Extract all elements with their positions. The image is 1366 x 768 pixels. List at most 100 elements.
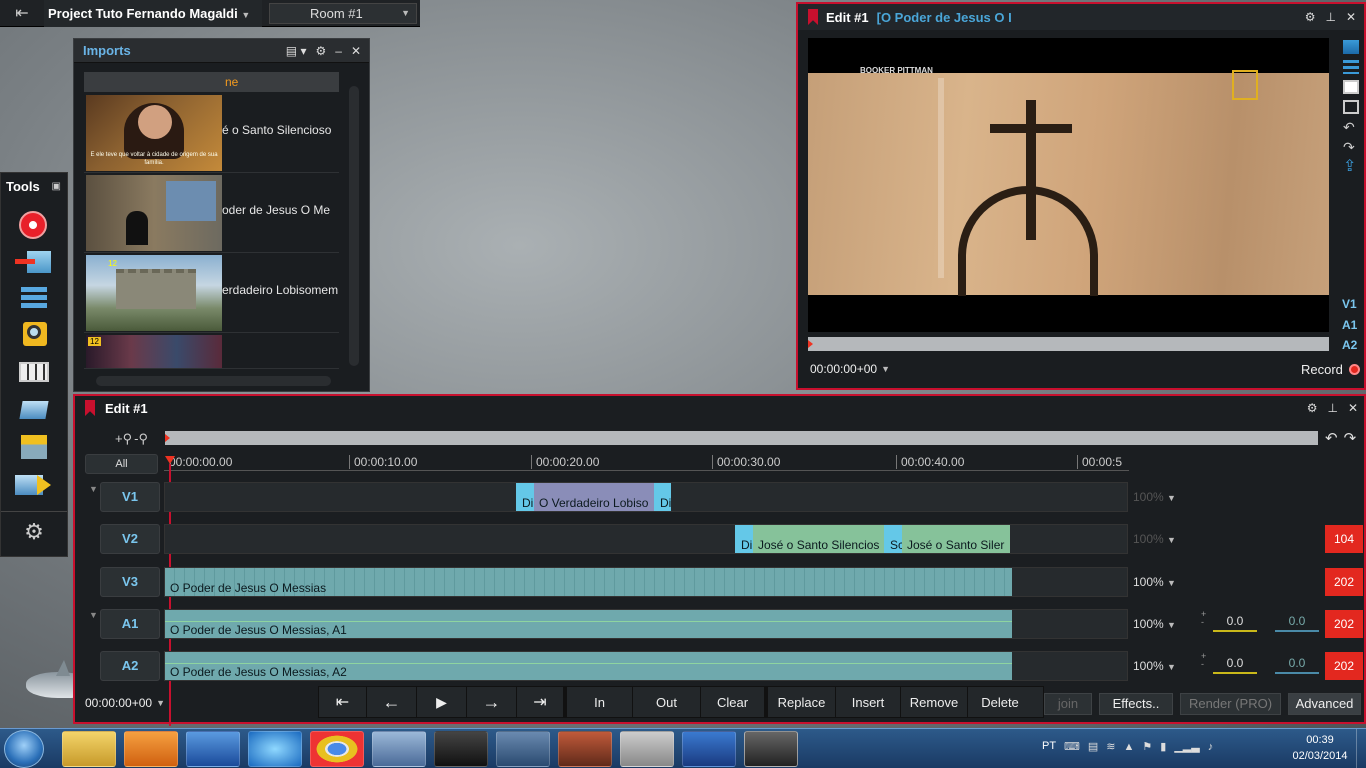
track-label-a1[interactable]: A1 <box>1342 315 1364 336</box>
track-a1[interactable]: O Poder de Jesus O Messias, A1 <box>164 609 1128 639</box>
import-item[interactable]: 12 <box>84 333 339 369</box>
track-v3[interactable]: O Poder de Jesus O Messias <box>164 567 1128 597</box>
timeline-icon[interactable] <box>15 285 53 313</box>
list-view-icon[interactable]: ▤ ▾ <box>286 44 307 58</box>
window-small-icon[interactable] <box>1343 100 1359 114</box>
track-header-a2[interactable]: A2 <box>100 651 160 681</box>
pan-field[interactable]: 0.0 <box>1275 614 1319 632</box>
render-button[interactable]: Render (PRO) <box>1180 693 1281 715</box>
show-desktop-button[interactable] <box>1356 729 1366 768</box>
send-icon[interactable] <box>15 471 53 499</box>
insert-button[interactable]: Insert <box>836 687 901 717</box>
track-v1[interactable]: Di O Verdadeiro Lobiso Di <box>164 482 1128 512</box>
video-preview[interactable]: BOOKER PITTMAN <box>808 38 1329 332</box>
track-label-a2[interactable]: A2 <box>1342 335 1364 356</box>
timeline-ruler[interactable]: 00:00:00.00 00:00:10.00 00:00:20.00 00:0… <box>164 453 1129 471</box>
track-opacity[interactable]: 100% ▼ <box>1133 571 1189 593</box>
gain-field[interactable]: 0.0 <box>1213 614 1257 632</box>
start-button[interactable] <box>4 730 44 768</box>
close-icon[interactable]: ✕ <box>1346 10 1356 24</box>
search-icon[interactable] <box>15 321 53 349</box>
viewer-timecode[interactable]: 00:00:00+00 ▼ <box>810 362 890 376</box>
signal-icon[interactable]: ▁▂▃ <box>1174 740 1199 753</box>
track-volume[interactable]: 100% ▼ <box>1133 613 1189 635</box>
transition-clip[interactable]: Di <box>735 525 753 553</box>
collapse-icon[interactable]: ▼ <box>89 610 98 620</box>
column-header[interactable]: ne <box>84 72 339 92</box>
pin-icon[interactable]: ⊥ <box>1325 10 1335 24</box>
mark-out-button[interactable]: Out <box>633 687 701 717</box>
clock[interactable]: 00:39 02/03/2014 <box>1290 732 1350 764</box>
undo-icon[interactable]: ↶ <box>1325 429 1338 447</box>
settings-icon[interactable]: ⚙ <box>1307 401 1318 415</box>
track-selector[interactable]: V1 A1 A2 <box>1342 294 1364 356</box>
layers-icon[interactable] <box>15 397 53 425</box>
calculator-icon[interactable] <box>620 731 674 767</box>
internet-explorer-icon[interactable] <box>248 731 302 767</box>
redo-icon[interactable]: ↷ <box>1344 429 1357 447</box>
record-toggle[interactable]: Record <box>1301 362 1360 377</box>
viewer-scrubber[interactable] <box>808 337 1329 351</box>
exit-icon[interactable]: ⇤ <box>4 3 40 24</box>
track-header-v2[interactable]: V2 <box>100 524 160 554</box>
video-clip[interactable]: O Verdadeiro Lobiso <box>534 483 654 511</box>
window-icon[interactable] <box>1343 80 1359 94</box>
settings-icon[interactable]: ⚙ <box>315 44 326 58</box>
room-selector[interactable]: Room #1 ▼ <box>269 3 417 24</box>
sigil-icon[interactable] <box>682 731 736 767</box>
app-icon[interactable] <box>434 731 488 767</box>
keyboard-icon[interactable]: ⌨ <box>1064 740 1080 753</box>
clear-button[interactable]: Clear <box>701 687 768 717</box>
track-a2[interactable]: O Poder de Jesus O Messias, A2 <box>164 651 1128 681</box>
media-player-icon[interactable] <box>124 731 178 767</box>
step-forward-icon[interactable]: → <box>467 687 517 717</box>
advanced-button[interactable]: Advanced <box>1288 693 1361 715</box>
effects-button[interactable]: Effects.. <box>1099 693 1173 715</box>
flag-icon[interactable]: ⚑ <box>1142 740 1152 753</box>
settings-icon[interactable]: ⚙ <box>15 519 53 547</box>
timeline-scrollbar[interactable] <box>165 431 1318 445</box>
chrome-icon[interactable] <box>310 731 364 767</box>
track-header-v1[interactable]: V1 <box>100 482 160 512</box>
app-icon[interactable] <box>496 731 550 767</box>
video-clip[interactable]: José o Santo Silencios <box>753 525 884 553</box>
export-icon[interactable] <box>15 433 53 461</box>
plus-minus-icon[interactable]: + - <box>1201 652 1206 669</box>
horizontal-scrollbar[interactable] <box>96 376 331 386</box>
audio-clip[interactable]: O Poder de Jesus O Messias, A2 <box>165 652 1012 680</box>
transition-clip[interactable]: Sc <box>884 525 902 553</box>
plus-minus-icon[interactable]: + - <box>1201 610 1206 627</box>
list-icon[interactable] <box>1343 60 1359 74</box>
redo-icon[interactable]: ↷ <box>1343 140 1359 154</box>
import-item[interactable]: 12 erdadeiro Lobisomem <box>84 253 339 333</box>
track-opacity[interactable]: 100% ▼ <box>1133 528 1189 550</box>
vertical-scrollbar[interactable] <box>349 86 359 366</box>
import-item[interactable]: E ele teve que voltar à cidade de origem… <box>84 93 339 173</box>
import-item[interactable]: oder de Jesus O Me <box>84 173 339 253</box>
step-back-icon[interactable]: ← <box>367 687 417 717</box>
video-clip[interactable]: O Poder de Jesus O Messias <box>165 568 1012 596</box>
app-icon[interactable] <box>558 731 612 767</box>
track-v2[interactable]: Di José o Santo Silencios Sc José o Sant… <box>164 524 1128 554</box>
capture-icon[interactable] <box>15 249 53 277</box>
show-hidden-icon[interactable]: ▲ <box>1124 741 1135 753</box>
volume-icon[interactable]: ♪ <box>1208 741 1214 753</box>
minimize-icon[interactable]: ‒ <box>335 44 342 58</box>
playhead-icon[interactable] <box>165 456 175 464</box>
settings-icon[interactable]: ⚙ <box>1305 10 1316 24</box>
app-icon[interactable] <box>372 731 426 767</box>
explorer-icon[interactable] <box>62 731 116 767</box>
pin-icon[interactable]: ▣ <box>52 181 61 192</box>
grid-icon[interactable] <box>15 359 53 387</box>
pan-field[interactable]: 0.0 <box>1275 656 1319 674</box>
gain-field[interactable]: 0.0 <box>1213 656 1257 674</box>
record-icon[interactable] <box>19 211 47 239</box>
play-icon[interactable]: ▶ <box>417 687 467 717</box>
track-label-v1[interactable]: V1 <box>1342 294 1364 315</box>
mark-in-button[interactable]: In <box>567 687 633 717</box>
folder-icon[interactable] <box>1343 40 1359 54</box>
all-tracks-button[interactable]: All <box>85 454 158 474</box>
upload-icon[interactable]: ⇪ <box>1343 159 1359 175</box>
transition-clip[interactable]: Di <box>654 483 671 511</box>
track-header-a1[interactable]: A1 <box>100 609 160 639</box>
